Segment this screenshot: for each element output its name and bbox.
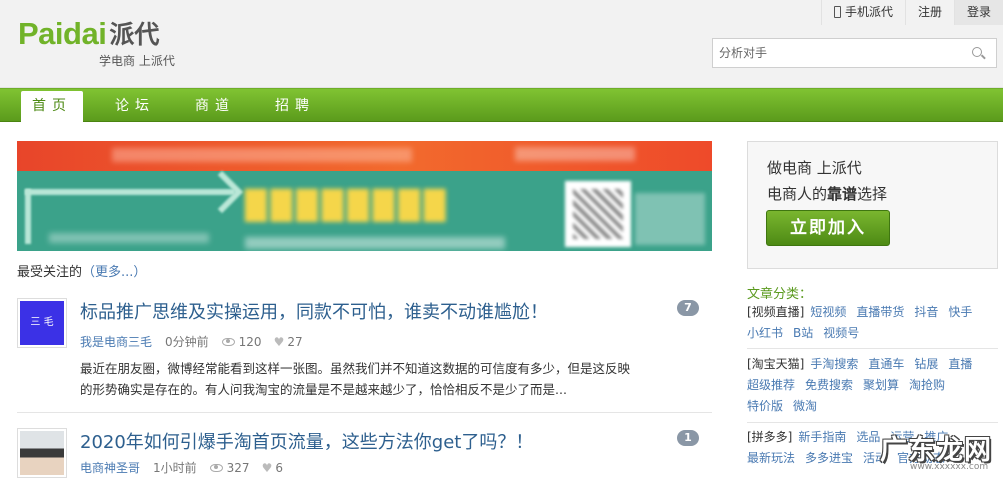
category-link[interactable]: 微淘 [793,399,817,413]
article-author[interactable]: 电商神圣哥 [80,459,140,476]
join-tagline-pre: 电商人的 [767,185,828,203]
category-group-taobao: [淘宝天猫] 手淘搜索 直通车 钻展 直播超级推荐 免费搜索 聚划算 淘抢购特价版 微淘 [747,354,1003,417]
site-header: Paidai 派代 学电商 上派代 手机派代 注册 登录 [0,0,1003,88]
like-count: 27 [287,334,303,349]
category-divider [747,348,998,349]
article-item: 2020年如何引爆手淘首页流量，这些方法你get了吗？！ 1 电商神圣哥 1小时… [17,428,712,478]
article-author[interactable]: 我是电商三毛 [80,333,152,350]
category-link[interactable]: 直播带货 [856,305,904,319]
avatar[interactable]: 三 毛 [17,298,67,348]
article-title[interactable]: 标品推广思维及实操运用，同款不可怕，谁卖不动谁尴尬！ [80,298,548,324]
like-count: 6 [275,460,283,475]
article-title[interactable]: 2020年如何引爆手淘首页流量，这些方法你get了吗？！ [80,428,533,454]
category-link[interactable]: 聚划算 [863,378,899,392]
site-slogan: 学电商 上派代 [99,54,175,68]
category-name: [视频直播] [747,305,805,319]
view-count: 120 [238,334,262,349]
join-slogan: 做电商 上派代 [767,159,862,177]
heart-icon: ♥ [261,460,273,475]
category-link[interactable]: 最新玩法 [747,451,795,465]
top-links: 手机派代 注册 登录 [820,0,1003,25]
logo-text-cn: 派代 [109,20,160,49]
eye-icon [221,337,235,346]
article-meta: 电商神圣哥 1小时前 327 ♥ 6 [80,459,283,476]
article-excerpt: 最近在朋友圈，微博经常能看到这样一张图。虽然我们并不知道这数据的可信度有多少，但… [80,361,631,397]
category-link[interactable]: 小红书 [747,326,783,340]
category-link[interactable]: 抖音 [914,305,938,319]
mobile-link[interactable]: 手机派代 [820,0,905,25]
register-link[interactable]: 注册 [904,0,954,25]
watermark: 广东龙网 www.xxxxxx.com [862,424,1002,476]
banner-qr-code [565,181,631,247]
category-link[interactable]: 免费搜索 [805,378,853,392]
category-link[interactable]: B站 [793,326,813,340]
nav-forum[interactable]: 论坛 [115,89,155,122]
category-link[interactable]: 特价版 [747,399,783,413]
banner-arrow-icon [25,189,31,244]
article-time: 0分钟前 [165,335,209,349]
comment-count-badge: 7 [677,300,699,316]
category-link[interactable]: 手淘搜索 [810,357,858,371]
category-link[interactable]: 钻展 [914,357,938,371]
category-divider [747,422,998,423]
join-button[interactable]: 立即加入 [766,210,890,246]
article-meta: 我是电商三毛 0分钟前 120 ♥ 27 [80,333,303,350]
eye-icon [209,463,223,472]
category-link[interactable]: 直通车 [868,357,904,371]
nav-jobs[interactable]: 招聘 [275,89,315,122]
heart-icon: ♥ [273,334,285,349]
category-link[interactable]: 视频号 [823,326,859,340]
category-link[interactable]: 新手指南 [798,430,846,444]
main-nav: 首页 论坛 商道 招聘 [0,88,1003,123]
banner-headline-blurred: ████████ [245,189,450,222]
article-time: 1小时前 [153,461,197,475]
most-followed-heading: 最受关注的（更多...） [17,261,146,280]
mobile-link-label: 手机派代 [844,5,893,19]
search-input[interactable] [713,39,953,67]
promo-banner[interactable]: ████████ [17,141,712,251]
category-title: 文章分类： [747,287,813,302]
more-link[interactable]: （更多...） [82,265,146,280]
join-tagline: 电商人的靠谱选择 [767,183,887,204]
banner-blurred-label [515,147,635,161]
most-followed-label: 最受关注的 [17,265,83,280]
nav-business[interactable]: 商道 [195,89,235,122]
search-box [712,38,997,68]
nav-home[interactable]: 首页 [21,91,83,123]
category-name: [拼多多] [747,430,793,444]
category-link[interactable]: 直播 [948,357,972,371]
category-name: [淘宝天猫] [747,357,805,371]
avatar-image: 三 毛 [20,301,64,345]
banner-blurred-text [112,148,412,162]
avatar-image [20,431,64,475]
watermark-url: www.xxxxxx.com [910,462,989,472]
logo-text-en: Paidai [18,16,107,51]
category-link[interactable]: 多多进宝 [805,451,853,465]
banner-blurred-subtext [245,237,505,249]
join-panel: 做电商 上派代 电商人的靠谱选择 立即加入 [747,141,998,269]
search-icon[interactable] [972,47,982,57]
phone-icon [833,6,841,18]
article-divider [17,412,712,413]
login-link[interactable]: 登录 [953,0,1003,25]
site-logo[interactable]: Paidai 派代 [18,16,159,50]
join-tagline-bold: 靠谱 [827,185,858,203]
banner-arrowhead [200,170,244,214]
category-group-video: [视频直播] 短视频 直播带货 抖音 快手小红书 B站 视频号 [747,302,1003,344]
category-link[interactable]: 超级推荐 [747,378,795,392]
join-tagline-post: 选择 [857,185,888,203]
article-item: 三 毛 标品推广思维及实操运用，同款不可怕，谁卖不动谁尴尬！ 7 我是电商三毛 … [17,298,712,408]
banner-blurred-box [635,193,705,245]
category-link[interactable]: 淘抢购 [909,378,945,392]
comment-count-badge: 1 [677,430,699,446]
view-count: 327 [226,460,250,475]
avatar[interactable] [17,428,67,478]
banner-blurred-subtext [49,233,209,243]
category-link[interactable]: 快手 [948,305,972,319]
category-link[interactable]: 短视频 [810,305,846,319]
